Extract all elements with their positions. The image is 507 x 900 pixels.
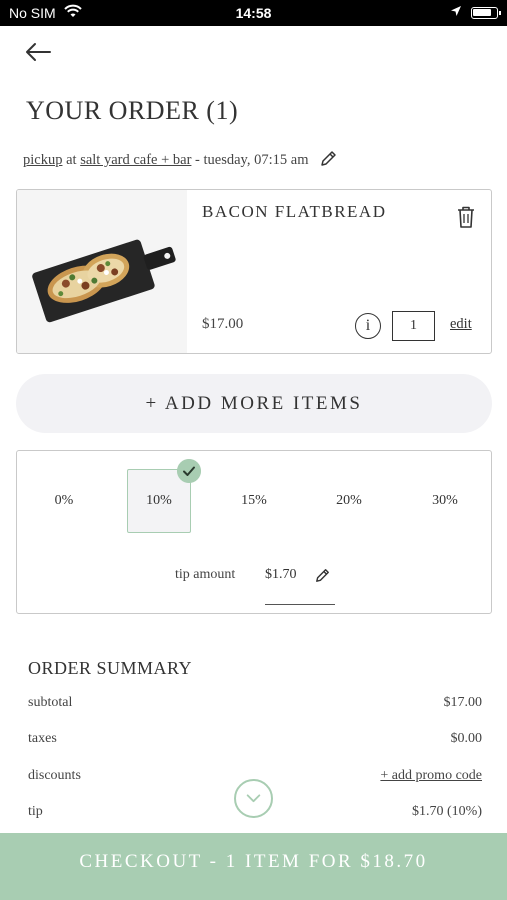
taxes-label: taxes (28, 731, 57, 746)
tip-summary-value: $1.70 (10%) (412, 804, 482, 819)
subtotal-value: $17.00 (443, 695, 483, 710)
edit-tip-pencil-icon[interactable] (315, 568, 330, 583)
tip-amount-value[interactable]: $1.70 (265, 567, 297, 583)
check-icon (177, 459, 201, 483)
tip-option[interactable]: 20% (317, 469, 381, 533)
discounts-label: discounts (28, 768, 81, 783)
subtotal-label: subtotal (28, 695, 73, 710)
clock: 14:58 (235, 5, 272, 21)
tip-summary-label: tip (28, 804, 43, 819)
taxes-value: $0.00 (450, 731, 483, 746)
trash-icon[interactable] (455, 205, 477, 229)
edit-pencil-icon[interactable] (320, 150, 337, 167)
cart-item-card: BACON FLATBREAD $17.00 i 1 edit (16, 189, 492, 354)
tip-option[interactable]: 30% (413, 469, 477, 533)
tip-option[interactable]: 0% (32, 469, 96, 533)
venue-link[interactable]: salt yard cafe + bar (80, 152, 191, 168)
chevron-down-icon[interactable] (234, 779, 273, 818)
item-name: BACON FLATBREAD (202, 202, 387, 221)
item-info-button[interactable]: i (355, 313, 381, 339)
quantity-field[interactable]: 1 (392, 311, 435, 341)
pickup-time: - tuesday, 07:15 am (195, 152, 309, 168)
add-promo-code-link[interactable]: + add promo code (380, 768, 482, 784)
tip-amount-label: tip amount (175, 567, 236, 582)
order-info-line: pickup at salt yard cafe + bar - tuesday… (23, 150, 337, 169)
add-more-items-button[interactable]: + ADD MORE ITEMS (16, 374, 492, 433)
order-summary-title: ORDER SUMMARY (28, 658, 193, 678)
edit-item-link[interactable]: edit (450, 316, 472, 333)
checkout-button[interactable]: CHECKOUT - 1 ITEM FOR $18.70 (0, 833, 507, 900)
tip-amount-underline (265, 604, 335, 605)
item-price: $17.00 (202, 316, 244, 332)
location-arrow-icon (451, 6, 461, 16)
page-title: YOUR ORDER (1) (26, 96, 239, 125)
battery-icon (471, 7, 501, 19)
tip-selector: 0% 10% 15% 20% 30% tip amount $1.70 (16, 450, 492, 614)
flatbread-photo (17, 190, 187, 353)
back-arrow-icon[interactable] (22, 36, 54, 68)
tip-option[interactable]: 15% (222, 469, 286, 533)
status-bar: No SIM 14:58 (0, 0, 507, 26)
pickup-mode-link[interactable]: pickup (23, 152, 62, 168)
at-label: at (66, 152, 77, 168)
